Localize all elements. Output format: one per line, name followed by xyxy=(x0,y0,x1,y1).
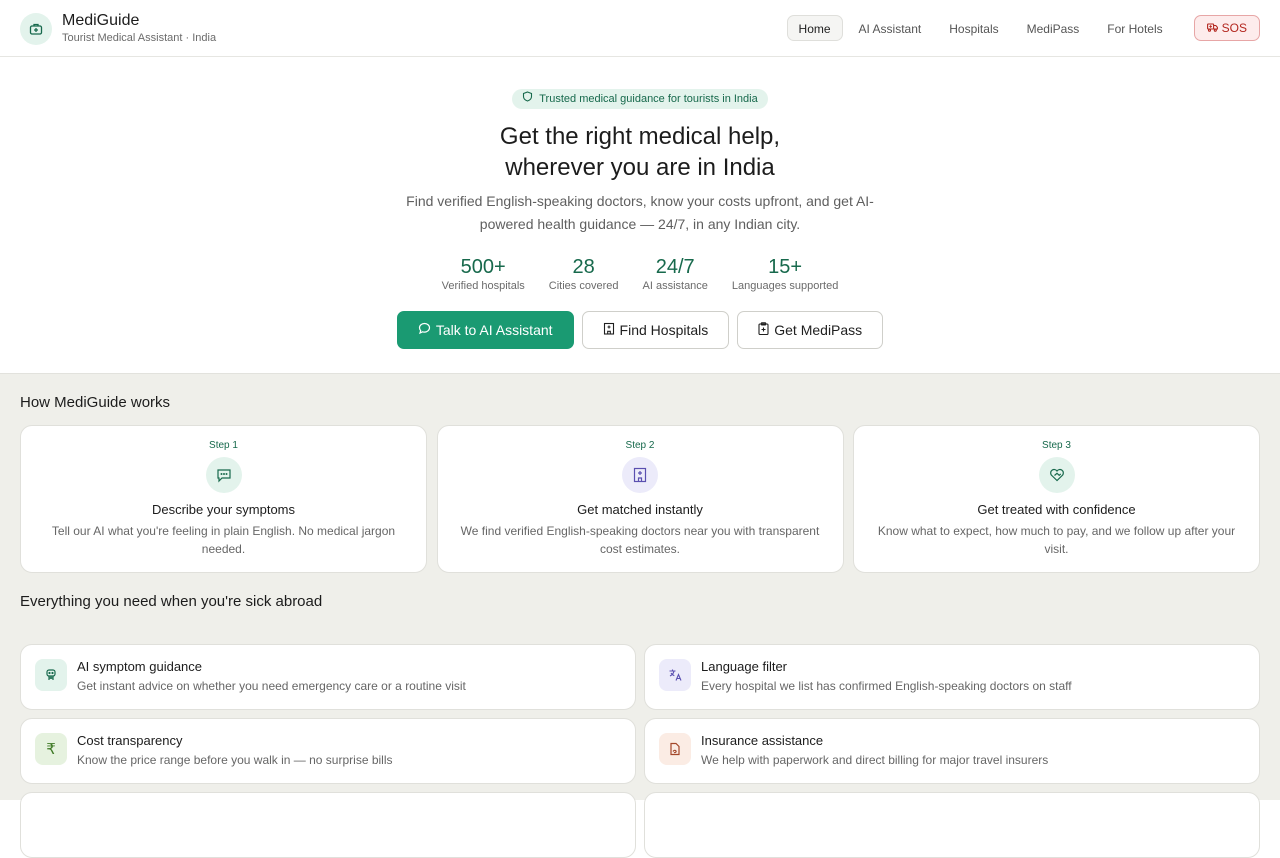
step-card-3: Step 3 Get treated with confidence Know … xyxy=(853,425,1260,573)
nav-home[interactable]: Home xyxy=(786,15,843,41)
stat-value: 15+ xyxy=(768,256,803,278)
stethoscope-icon xyxy=(35,659,67,691)
stat-label: Languages supported xyxy=(731,280,839,292)
ambulance-icon xyxy=(1206,16,1222,40)
stat-label: AI assistance xyxy=(642,280,708,292)
steps-row: Step 1 Describe your symptoms Tell our A… xyxy=(20,425,1260,573)
app-tagline: Tourist Medical Assistant · India xyxy=(62,32,217,44)
hero-title-line2: wherever you are in India xyxy=(505,154,775,181)
feature-card-partial[interactable] xyxy=(20,792,636,858)
sos-label: SOS xyxy=(1221,21,1247,35)
trust-badge-text: Trusted medical guidance for tourists in… xyxy=(539,93,758,105)
step-description: We find verified English-speaking doctor… xyxy=(460,524,820,556)
get-medipass-button[interactable]: Get MediPass xyxy=(737,311,884,349)
find-hospitals-label: Find Hospitals xyxy=(619,322,709,338)
feature-card-cost-transparency[interactable]: ₹ Cost transparency Know the price range… xyxy=(20,718,636,784)
stat-languages: 15+ Languages supported xyxy=(732,256,838,293)
translate-icon xyxy=(659,659,691,691)
stat-cities: 28 Cities covered xyxy=(549,256,619,293)
feature-title: AI symptom guidance xyxy=(77,659,203,674)
hero-section: Trusted medical guidance for tourists in… xyxy=(0,57,1280,374)
stat-value: 500+ xyxy=(460,256,506,278)
top-nav-bar: MediGuide Tourist Medical Assistant · In… xyxy=(0,0,1280,57)
feature-title: Insurance assistance xyxy=(701,733,824,748)
feature-title: Language filter xyxy=(701,659,788,674)
hospital-icon xyxy=(622,457,658,493)
get-medipass-label: Get MediPass xyxy=(774,322,863,338)
find-hospitals-button[interactable]: Find Hospitals xyxy=(581,311,730,349)
step-title: Get matched instantly xyxy=(577,502,703,517)
stats-row: 500+ Verified hospitals 28 Cities covere… xyxy=(0,256,1280,293)
document-icon xyxy=(659,733,691,765)
step-number: Step 1 xyxy=(209,440,238,451)
features-title: Everything you need when you're sick abr… xyxy=(20,593,323,610)
step-card-2: Step 2 Get matched instantly We find ver… xyxy=(436,425,844,573)
hero-title-line1: Get the right medical help, xyxy=(499,123,781,150)
stat-value: 24/7 xyxy=(655,256,695,278)
nav-ai-assistant[interactable]: AI Assistant xyxy=(847,15,934,41)
step-title: Get treated with confidence xyxy=(977,502,1136,517)
feature-card-insurance[interactable]: Insurance assistance We help with paperw… xyxy=(644,718,1260,784)
stat-hospitals: 500+ Verified hospitals xyxy=(442,256,525,293)
clipboard-icon xyxy=(758,322,774,338)
feature-description: Get instant advice on whether you need e… xyxy=(77,679,466,693)
medical-bag-icon xyxy=(20,12,52,45)
step-number: Step 3 xyxy=(1042,440,1071,451)
nav-for-hotels[interactable]: For Hotels xyxy=(1095,15,1174,41)
talk-to-ai-button[interactable]: Talk to AI Assistant xyxy=(396,311,574,349)
feature-card-ai-symptom[interactable]: AI symptom guidance Get instant advice o… xyxy=(20,644,636,710)
app-name: MediGuide xyxy=(62,12,140,29)
stat-label: Cities covered xyxy=(548,280,619,292)
step-number: Step 2 xyxy=(625,440,655,451)
brand[interactable]: MediGuide Tourist Medical Assistant · In… xyxy=(20,12,216,45)
hospital-icon xyxy=(603,322,620,338)
feature-description: We help with paperwork and direct billin… xyxy=(701,753,1049,767)
step-title: Describe your symptoms xyxy=(151,502,296,517)
trust-badge: Trusted medical guidance for tourists in… xyxy=(512,89,768,109)
talk-to-ai-label: Talk to AI Assistant xyxy=(435,322,553,338)
feature-card-language-filter[interactable]: Language filter Every hospital we list h… xyxy=(644,644,1260,710)
nav-hospitals[interactable]: Hospitals xyxy=(937,15,1010,41)
features-grid: AI symptom guidance Get instant advice o… xyxy=(20,644,1260,858)
main-nav: Home AI Assistant Hospitals MediPass For… xyxy=(783,15,1260,41)
cta-row: Talk to AI Assistant Find Hospitals Get … xyxy=(0,311,1280,349)
chat-bubble-icon xyxy=(418,322,436,338)
heart-handshake-icon xyxy=(1038,457,1075,493)
rupee-icon: ₹ xyxy=(35,733,67,765)
step-description: Tell our AI what you're feeling in plain… xyxy=(51,524,396,556)
hero-subtitle: Find verified English-speaking doctors, … xyxy=(406,193,874,232)
main-content: How MediGuide works Step 1 Describe your… xyxy=(0,374,1280,858)
sos-button[interactable]: SOS xyxy=(1193,15,1260,41)
feature-description: Every hospital we list has confirmed Eng… xyxy=(701,679,1072,693)
step-description: Know what to expect, how much to pay, an… xyxy=(877,524,1236,556)
shield-icon xyxy=(522,89,539,109)
nav-medipass[interactable]: MediPass xyxy=(1015,15,1092,41)
feature-description: Know the price range before you walk in … xyxy=(77,753,393,767)
feature-title: Cost transparency xyxy=(77,733,183,748)
step-card-1: Step 1 Describe your symptoms Tell our A… xyxy=(20,425,427,573)
how-it-works-title: How MediGuide works xyxy=(20,394,171,411)
stat-value: 28 xyxy=(572,256,595,278)
feature-card-partial[interactable] xyxy=(644,792,1260,858)
hero-title: Get the right medical help, wherever you… xyxy=(0,121,1280,183)
stat-ai: 24/7 AI assistance xyxy=(643,256,708,293)
stat-label: Verified hospitals xyxy=(441,280,525,292)
chat-icon xyxy=(205,457,242,493)
